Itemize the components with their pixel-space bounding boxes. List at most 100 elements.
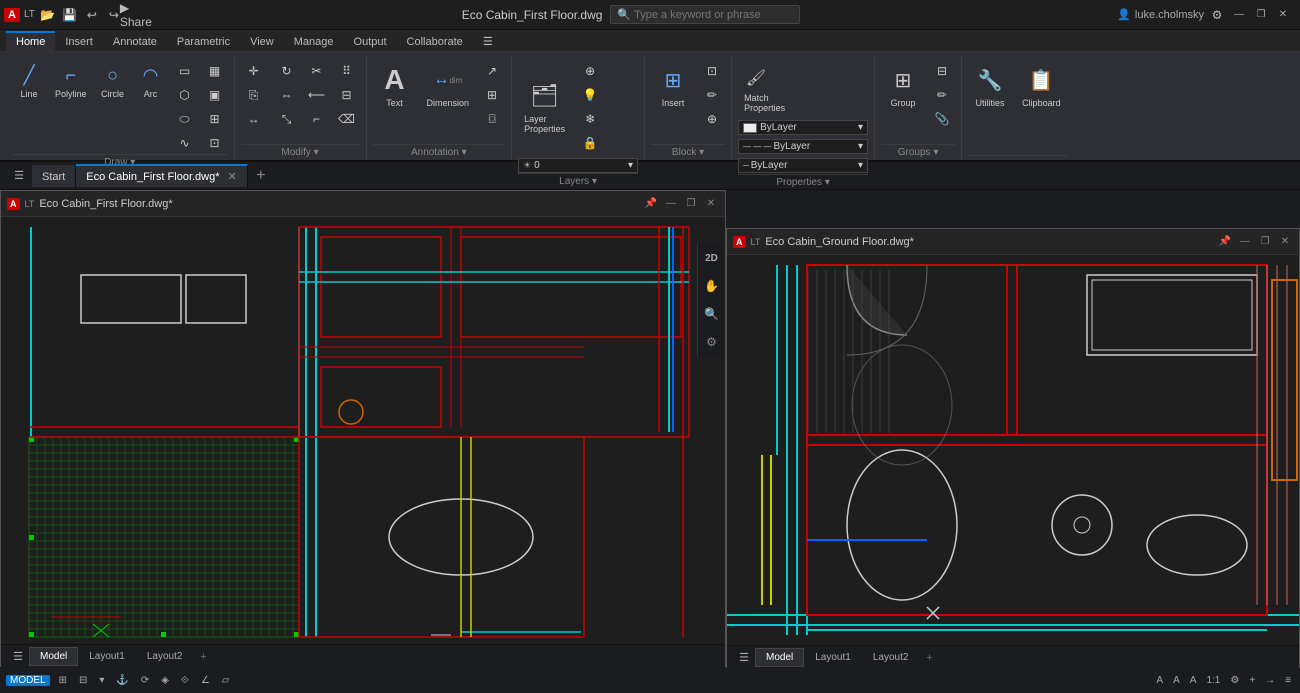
2d-view-btn[interactable]: 2D [701, 247, 723, 269]
status-dropdown[interactable]: ▾ [96, 675, 107, 686]
boundary-button[interactable]: ⊞ [202, 108, 228, 130]
insert-button[interactable]: ⊞ Insert [651, 60, 695, 112]
ground-layout1-tab[interactable]: Layout1 [804, 648, 862, 667]
circle-button[interactable]: ○ Circle [96, 60, 130, 102]
tab-insert[interactable]: Insert [55, 31, 103, 51]
tab-parametric[interactable]: Parametric [167, 31, 240, 51]
lineweight-btn[interactable]: ⟐ [178, 675, 192, 686]
settings-icon[interactable]: ⚙ [1208, 6, 1226, 24]
trim-button[interactable]: ✂ [304, 60, 330, 82]
offset-button[interactable]: ⊟ [334, 84, 360, 106]
group-button[interactable]: ⊞ Group [881, 60, 925, 112]
tab-collaborate[interactable]: Collaborate [397, 31, 473, 51]
polar-tracking-btn[interactable]: ⚓ [113, 675, 131, 686]
hatch-button[interactable]: ▦ [202, 60, 228, 82]
customize-btn[interactable]: ≡ [1282, 675, 1294, 686]
table-button[interactable]: ⊞ [479, 84, 505, 106]
undo-icon[interactable]: ↩ [83, 6, 101, 24]
arc-button[interactable]: ◠ Arc [134, 60, 168, 102]
rotate-button[interactable]: ↻ [274, 60, 300, 82]
layout1-tab[interactable]: Layout1 [78, 647, 136, 666]
share-icon[interactable]: ▶ Share [127, 6, 145, 24]
match-properties-button[interactable]: 🖌 MatchProperties [738, 62, 791, 117]
dimension-button[interactable]: ↔dim Dimension [421, 60, 476, 112]
ground-close[interactable]: ✕ [1277, 234, 1293, 250]
ground-pin-icon[interactable]: 📌 [1217, 234, 1233, 250]
annotation-scale-btn[interactable]: A [1153, 675, 1166, 686]
layout2-tab[interactable]: Layout2 [136, 647, 194, 666]
layer-off-button[interactable]: 💡 [577, 84, 603, 106]
ground-maximize[interactable]: ❐ [1257, 234, 1273, 250]
move-button[interactable]: ✛ [241, 60, 270, 82]
layer-freeze-button[interactable]: ❄ [577, 108, 603, 130]
first-floor-tab[interactable]: Eco Cabin_First Floor.dwg* ✕ [76, 164, 248, 187]
ungroup-button[interactable]: ⊟ [929, 60, 955, 82]
angle-btn[interactable]: ∠ [198, 675, 213, 686]
first-floor-minimize[interactable]: — [663, 196, 679, 212]
object-snap-btn[interactable]: ⟳ [138, 675, 152, 686]
orbit-btn[interactable]: ⚙ [701, 331, 723, 353]
extend-button[interactable]: ⟵ [304, 84, 330, 106]
model-tab[interactable]: Model [29, 647, 78, 666]
mirror-button[interactable]: ⇔ [274, 84, 300, 106]
erase-button[interactable]: ⌫ [334, 108, 360, 130]
text-button[interactable]: A Text [373, 60, 417, 112]
first-floor-tab-close[interactable]: ✕ [228, 170, 237, 183]
group-edit-button[interactable]: ✏ [929, 84, 955, 106]
linetype-dropdown[interactable]: — — — ByLayer ▾ [738, 139, 868, 154]
grid-display-btn[interactable]: ⊞ [56, 675, 70, 686]
rect-button[interactable]: ▭ [172, 60, 198, 82]
layout-add-btn[interactable]: + [193, 651, 213, 663]
text-size-btn[interactable]: A [1170, 675, 1183, 686]
clipboard-button[interactable]: 📋 Clipboard [1016, 60, 1067, 112]
zoom-btn[interactable]: 🔍 [701, 303, 723, 325]
scale-button[interactable]: ⤡ [274, 108, 300, 130]
tab-annotate[interactable]: Annotate [103, 31, 167, 51]
ellipse-button[interactable]: ⬭ [172, 108, 198, 130]
tolerance-button[interactable]: ⌼ [479, 108, 505, 130]
start-tab[interactable]: Start [32, 165, 76, 187]
save-icon[interactable]: 💾 [61, 6, 79, 24]
line-button[interactable]: ╱ Line [12, 60, 46, 102]
tab-view[interactable]: View [240, 31, 284, 51]
hamburger-menu[interactable]: ☰ [6, 163, 32, 189]
color-dropdown[interactable]: ByLayer ▾ [738, 120, 868, 135]
workspace-btn[interactable]: ⚙ [1227, 675, 1242, 686]
ucs-btn[interactable]: ▱ [219, 675, 233, 686]
fillet-button[interactable]: ⌐ [304, 108, 330, 130]
layout-menu[interactable]: ☰ [7, 644, 29, 670]
layer-selector[interactable]: ☀ 0 ▾ [518, 158, 638, 173]
open-icon[interactable]: 📂 [39, 6, 57, 24]
tab-manage[interactable]: Manage [284, 31, 344, 51]
search-input[interactable] [634, 9, 774, 21]
tab-extra[interactable]: ☰ [473, 30, 503, 51]
isolate-btn[interactable]: → [1262, 675, 1278, 686]
ground-minimize[interactable]: — [1237, 234, 1253, 250]
ground-layout-menu[interactable]: ☰ [733, 645, 755, 671]
ground-layout-add-btn[interactable]: + [919, 652, 939, 664]
otrack-btn[interactable]: ◈ [158, 675, 172, 686]
lineweight-dropdown[interactable]: ─ ByLayer ▾ [738, 158, 868, 173]
layer-make-button[interactable]: ⊕ [577, 60, 603, 82]
gradient-button[interactable]: ▣ [202, 84, 228, 106]
array-button[interactable]: ⠿ [334, 60, 360, 82]
first-floor-maximize[interactable]: ❐ [683, 196, 699, 212]
minimize-button[interactable]: — [1230, 6, 1248, 24]
scale-ratio[interactable]: 1:1 [1203, 675, 1223, 686]
maximize-button[interactable]: ❐ [1252, 6, 1270, 24]
copy-button[interactable]: ⎘ [241, 84, 270, 106]
layer-lock-button[interactable]: 🔒 [577, 132, 603, 154]
edit-block-button[interactable]: ✏ [699, 84, 725, 106]
grid-snap-btn[interactable]: ⊟ [76, 675, 90, 686]
add-tab-button[interactable]: + [248, 163, 274, 189]
region-button[interactable]: ⊡ [202, 132, 228, 154]
search-box[interactable]: 🔍 [610, 5, 800, 24]
tab-home[interactable]: Home [6, 31, 55, 51]
toolbar-lock-btn[interactable]: + [1246, 675, 1258, 686]
spline-button[interactable]: ∿ [172, 132, 198, 154]
stretch-button[interactable]: ↔ [241, 108, 270, 130]
tab-output[interactable]: Output [344, 31, 397, 51]
first-floor-close[interactable]: ✕ [703, 196, 719, 212]
define-attribute-button[interactable]: ⊕ [699, 108, 725, 130]
anno-visibility-btn[interactable]: A [1187, 675, 1200, 686]
